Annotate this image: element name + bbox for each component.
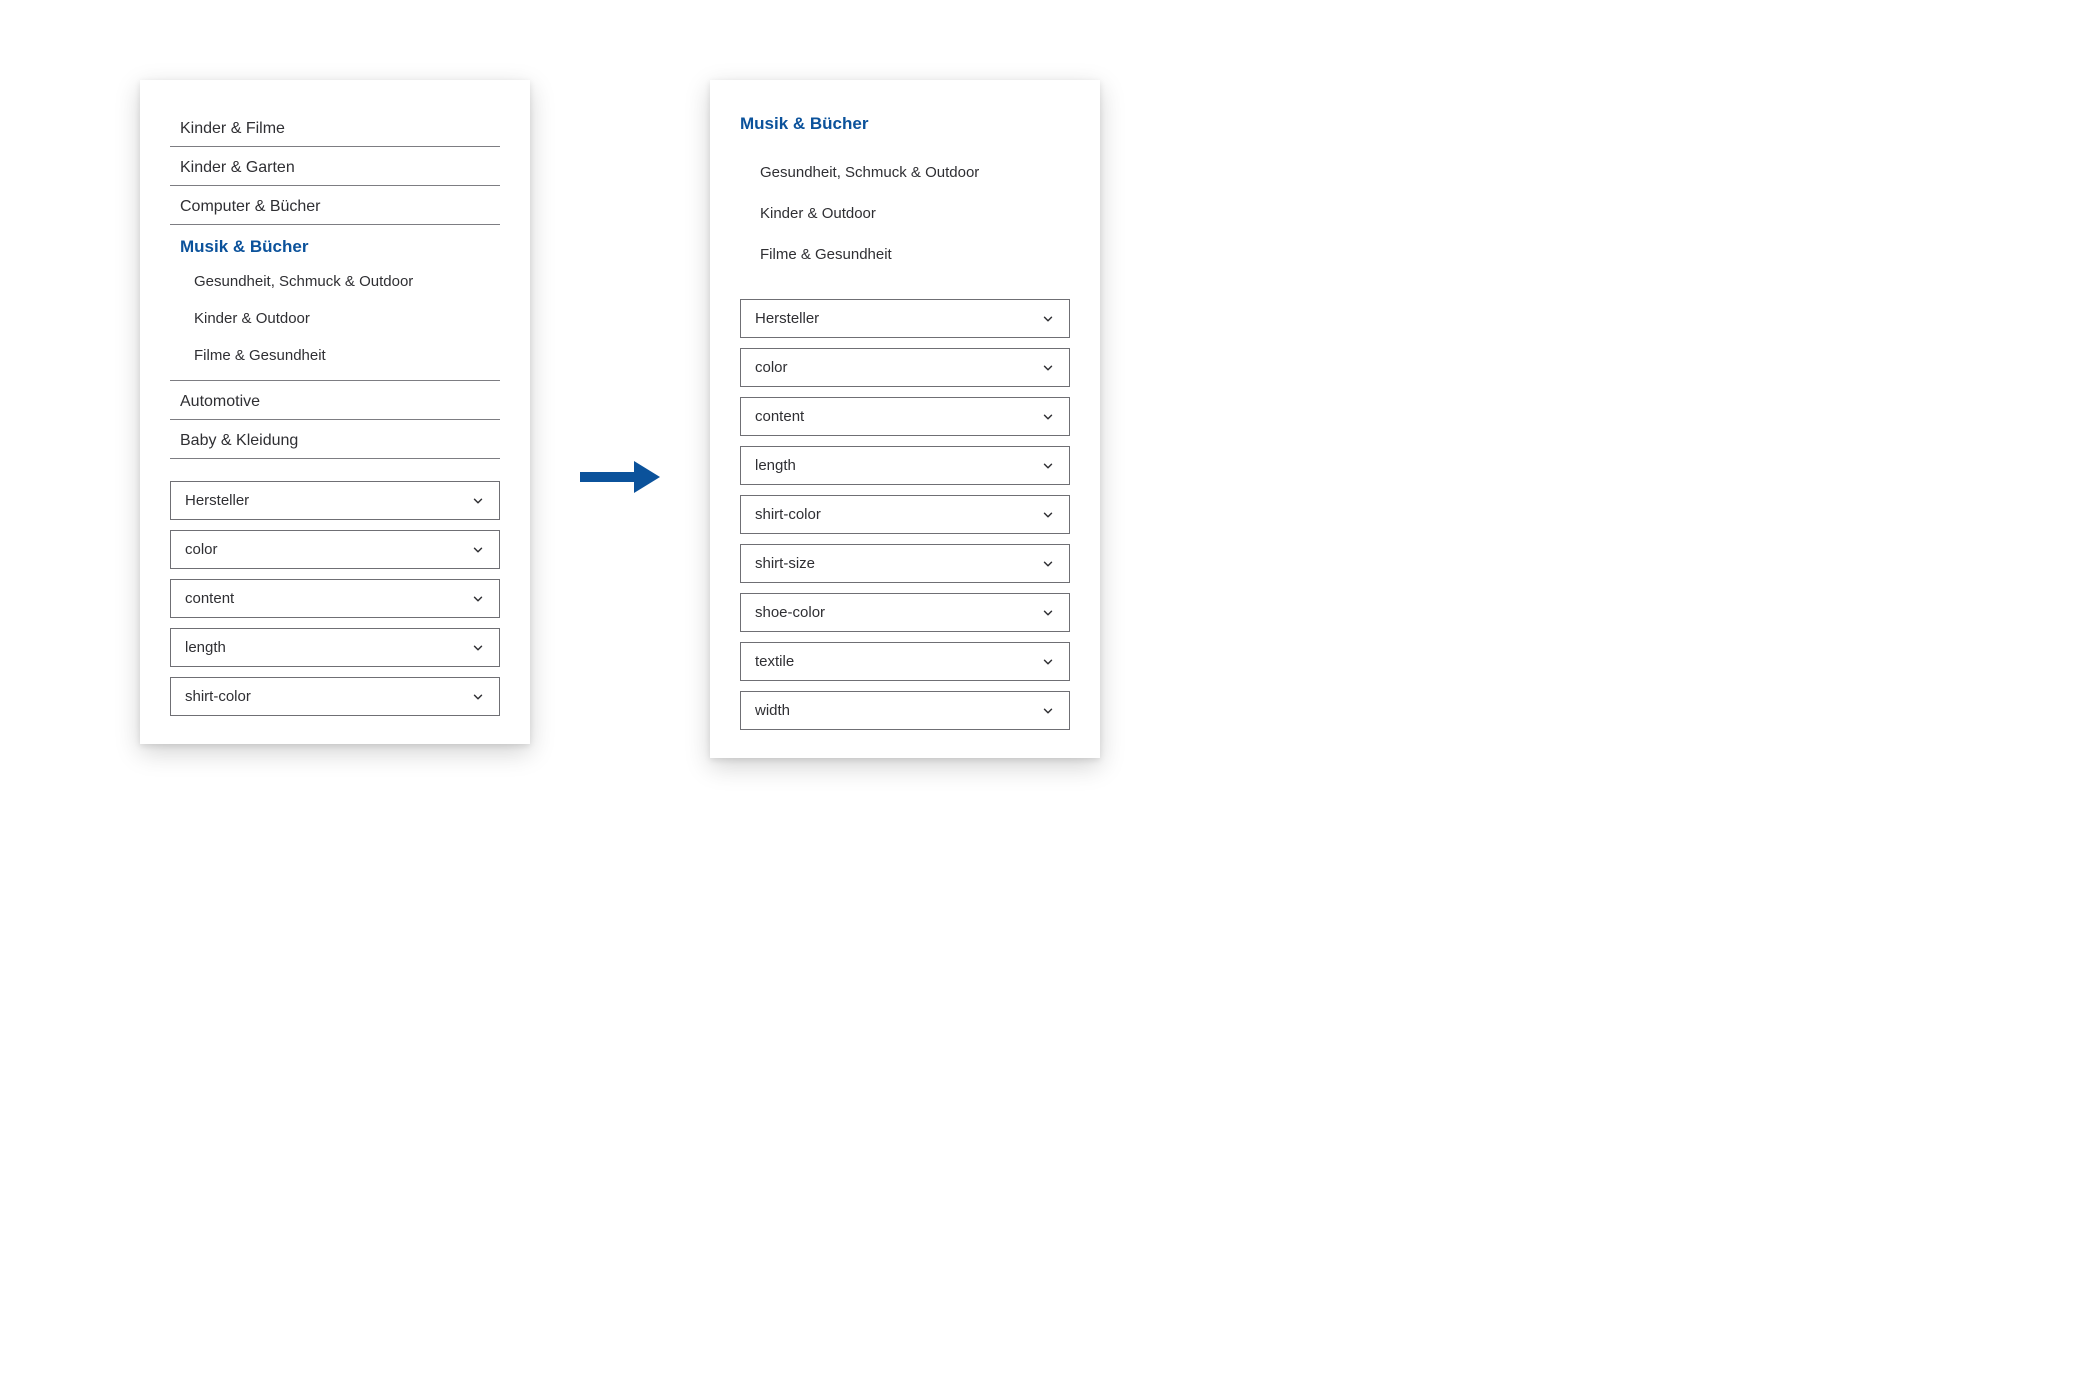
nav-item-automotive[interactable]: Automotive (170, 381, 500, 420)
chevron-down-icon (471, 641, 485, 655)
filter-hersteller[interactable]: Hersteller (170, 481, 500, 520)
nav-item-baby-kleidung[interactable]: Baby & Kleidung (170, 420, 500, 459)
filter-label: shirt-size (755, 555, 815, 572)
filter-list: Hersteller color content length shirt-co… (740, 299, 1070, 730)
subcategory-list: Gesundheit, Schmuck & Outdoor Kinder & O… (170, 257, 500, 380)
chevron-down-icon (1041, 557, 1055, 571)
subcategory-list: Gesundheit, Schmuck & Outdoor Kinder & O… (740, 144, 1070, 283)
filter-shoe-color[interactable]: shoe-color (740, 593, 1070, 632)
chevron-down-icon (1041, 459, 1055, 473)
filter-shirt-color[interactable]: shirt-color (170, 677, 500, 716)
sub-item-filme-gesundheit[interactable]: Filme & Gesundheit (194, 337, 500, 374)
nav-item-kinder-garten[interactable]: Kinder & Garten (170, 147, 500, 186)
heading-label: Musik & Bücher (740, 114, 868, 133)
transition-arrow (570, 459, 670, 500)
filter-color[interactable]: color (740, 348, 1070, 387)
sub-item-label: Gesundheit, Schmuck & Outdoor (194, 273, 413, 290)
filter-label: color (755, 359, 788, 376)
chevron-down-icon (471, 494, 485, 508)
filter-label: Hersteller (185, 492, 249, 509)
sub-item-label: Filme & Gesundheit (760, 246, 892, 263)
sub-item-kinder-outdoor[interactable]: Kinder & Outdoor (194, 300, 500, 337)
filter-label: textile (755, 653, 794, 670)
nav-item-kinder-filme[interactable]: Kinder & Filme (170, 108, 500, 147)
filter-color[interactable]: color (170, 530, 500, 569)
nav-item-musik-buecher[interactable]: Musik & Bücher (170, 225, 500, 257)
nav-item-computer-buecher[interactable]: Computer & Bücher (170, 186, 500, 225)
panel-before: Kinder & Filme Kinder & Garten Computer … (140, 80, 530, 744)
chevron-down-icon (1041, 312, 1055, 326)
chevron-down-icon (1041, 508, 1055, 522)
nav-item-label: Automotive (180, 393, 260, 410)
filter-label: color (185, 541, 218, 558)
sub-item-filme-gesundheit[interactable]: Filme & Gesundheit (760, 234, 1070, 275)
chevron-down-icon (1041, 704, 1055, 718)
filter-label: length (185, 639, 226, 656)
sub-item-label: Kinder & Outdoor (760, 205, 876, 222)
chevron-down-icon (471, 543, 485, 557)
nav-item-label: Kinder & Garten (180, 159, 295, 176)
sub-item-gesundheit-schmuck-outdoor[interactable]: Gesundheit, Schmuck & Outdoor (760, 152, 1070, 193)
chevron-down-icon (471, 690, 485, 704)
sub-item-label: Gesundheit, Schmuck & Outdoor (760, 164, 979, 181)
chevron-down-icon (1041, 361, 1055, 375)
sub-item-kinder-outdoor[interactable]: Kinder & Outdoor (760, 193, 1070, 234)
chevron-down-icon (471, 592, 485, 606)
filter-length[interactable]: length (740, 446, 1070, 485)
filter-label: content (755, 408, 804, 425)
nav-item-label: Musik & Bücher (180, 237, 308, 256)
filter-label: width (755, 702, 790, 719)
filter-hersteller[interactable]: Hersteller (740, 299, 1070, 338)
filter-content[interactable]: content (170, 579, 500, 618)
sub-item-label: Filme & Gesundheit (194, 347, 326, 364)
nav-item-musik-buecher-children: Gesundheit, Schmuck & Outdoor Kinder & O… (170, 257, 500, 381)
filter-label: shirt-color (755, 506, 821, 523)
filter-label: length (755, 457, 796, 474)
filter-content[interactable]: content (740, 397, 1070, 436)
filter-shirt-size[interactable]: shirt-size (740, 544, 1070, 583)
nav-item-label: Baby & Kleidung (180, 432, 298, 449)
filter-length[interactable]: length (170, 628, 500, 667)
filter-width[interactable]: width (740, 691, 1070, 730)
chevron-down-icon (1041, 655, 1055, 669)
filter-label: shoe-color (755, 604, 825, 621)
nav-item-label: Computer & Bücher (180, 198, 321, 215)
panel-after: Musik & Bücher Gesundheit, Schmuck & Out… (710, 80, 1100, 758)
sub-item-label: Kinder & Outdoor (194, 310, 310, 327)
sub-item-gesundheit-schmuck-outdoor[interactable]: Gesundheit, Schmuck & Outdoor (194, 263, 500, 300)
nav-item-label: Kinder & Filme (180, 120, 285, 137)
filter-label: content (185, 590, 234, 607)
chevron-down-icon (1041, 410, 1055, 424)
filter-list: Hersteller color content length shirt-co… (170, 481, 500, 716)
filter-label: Hersteller (755, 310, 819, 327)
filter-shirt-color[interactable]: shirt-color (740, 495, 1070, 534)
arrow-right-icon (580, 482, 660, 499)
active-category-heading[interactable]: Musik & Bücher (740, 108, 1070, 144)
filter-textile[interactable]: textile (740, 642, 1070, 681)
chevron-down-icon (1041, 606, 1055, 620)
filter-label: shirt-color (185, 688, 251, 705)
category-nav: Kinder & Filme Kinder & Garten Computer … (170, 108, 500, 459)
